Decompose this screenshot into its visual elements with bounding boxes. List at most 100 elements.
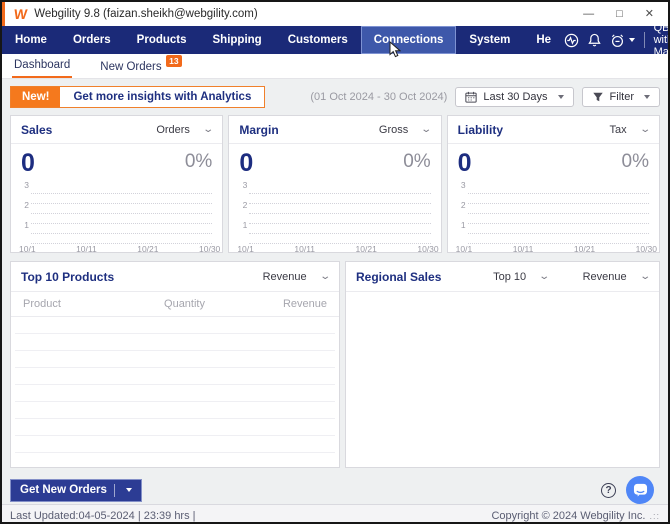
filter-caret-icon: [644, 95, 650, 99]
dashboard-toolbar: New! Get more insights with Analytics (0…: [10, 86, 660, 108]
margin-mini-chart: 3 2 1: [237, 184, 430, 242]
nav-item-system[interactable]: System: [456, 26, 523, 54]
get-new-orders-caret-icon[interactable]: [126, 488, 132, 492]
margin-metric-dropdown[interactable]: Gross ⌄: [379, 124, 431, 136]
activity-icon[interactable]: [564, 33, 579, 48]
get-new-orders-button[interactable]: Get New Orders: [10, 479, 142, 502]
nav-item-products[interactable]: Products: [124, 26, 200, 54]
x-axis-label: 10/11: [513, 244, 534, 254]
regional-sales-title: Regional Sales: [356, 270, 441, 284]
liability-percent: 0%: [622, 150, 649, 175]
webgility-logo-icon: W: [13, 7, 28, 21]
store-selector-label: QBO with Magent..: [654, 22, 670, 58]
sales-card: Sales Orders ⌄ 0 0% 3 2 1: [10, 115, 223, 253]
regional-sales-count-dropdown[interactable]: Top 10 ⌄: [493, 271, 548, 283]
liability-metric-dropdown[interactable]: Tax ⌄: [609, 124, 649, 136]
regional-sales-count-label: Top 10: [493, 271, 526, 283]
margin-value: 0: [239, 150, 253, 178]
help-icon[interactable]: ?: [601, 483, 616, 498]
calendar-icon: [465, 91, 477, 103]
x-axis-label: 10/11: [76, 244, 97, 254]
chevron-down-icon: ⌄: [319, 272, 331, 282]
resize-grip[interactable]: .::: [649, 511, 660, 521]
chat-messenger-icon[interactable]: [626, 476, 654, 504]
sales-mini-chart: 3 2 1: [19, 184, 212, 242]
liability-mini-chart: 3 2 1: [456, 184, 649, 242]
top-products-metric-dropdown[interactable]: Revenue ⌄: [263, 271, 329, 283]
y-axis-label: 1: [19, 220, 29, 230]
x-axis-labels: 10/1 10/11 10/21 10/30: [237, 244, 438, 254]
metric-cards-row: Sales Orders ⌄ 0 0% 3 2 1: [10, 115, 660, 253]
nav-item-orders[interactable]: Orders: [60, 26, 124, 54]
sales-value: 0: [21, 150, 35, 178]
x-axis-labels: 10/1 10/11 10/21 10/30: [456, 244, 657, 254]
sales-percent: 0%: [185, 150, 212, 175]
analytics-promo[interactable]: New! Get more insights with Analytics: [10, 86, 265, 108]
y-axis-label: 3: [237, 180, 247, 190]
nav-item-home[interactable]: Home: [2, 26, 60, 54]
column-header-product: Product: [23, 298, 137, 310]
nav-item-shipping[interactable]: Shipping: [200, 26, 275, 54]
notifications-bell-icon[interactable]: [588, 33, 601, 47]
filter-button[interactable]: Filter: [582, 87, 660, 107]
sales-metric-dropdown[interactable]: Orders ⌄: [156, 124, 212, 136]
chevron-down-icon: ⌄: [202, 125, 214, 135]
liability-metric-dropdown-label: Tax: [609, 124, 626, 136]
tab-new-orders[interactable]: New Orders 13: [98, 57, 163, 78]
date-filter-label: Last 30 Days: [483, 91, 547, 103]
liability-card-title: Liability: [458, 123, 503, 137]
top-products-title: Top 10 Products: [21, 270, 114, 284]
column-header-quantity: Quantity: [137, 298, 232, 310]
filter-label: Filter: [610, 91, 634, 103]
nav-item-connections[interactable]: Connections: [361, 26, 457, 54]
x-axis-label: 10/21: [137, 244, 158, 254]
status-bar: Last Updated:04-05-2024 | 23:39 hrs | Co…: [2, 504, 668, 524]
x-axis-label: 10/1: [237, 244, 254, 254]
top-products-table-header: Product Quantity Revenue: [11, 292, 339, 317]
y-axis-label: 1: [456, 220, 466, 230]
table-row: [15, 453, 335, 467]
tab-new-orders-label: New Orders: [100, 61, 161, 73]
regional-sales-dropdowns: Top 10 ⌄ Revenue ⌄: [493, 271, 649, 283]
last-updated-label: Last Updated:04-05-2024 | 23:39 hrs |: [10, 510, 196, 522]
y-axis-label: 1: [237, 220, 247, 230]
tab-bar: Dashboard New Orders 13: [2, 54, 668, 79]
y-axis-label: 2: [237, 200, 247, 210]
minimize-icon[interactable]: —: [583, 9, 594, 20]
sales-card-title: Sales: [21, 123, 52, 137]
new-badge: New!: [11, 87, 60, 107]
nav-separator: [644, 32, 645, 48]
store-selector-dropdown[interactable]: QBO with Magent..: [654, 22, 670, 58]
window-title: Webgility 9.8 (faizan.sheikh@webgility.c…: [34, 8, 583, 20]
regional-sales-metric-dropdown[interactable]: Revenue ⌄: [583, 271, 649, 283]
nav-item-customers[interactable]: Customers: [275, 26, 361, 54]
date-filter-caret-icon: [558, 95, 564, 99]
maximize-icon[interactable]: □: [616, 9, 623, 20]
app-window: W Webgility 9.8 (faizan.sheikh@webgility…: [0, 0, 670, 524]
x-axis-label: 10/1: [19, 244, 36, 254]
main-nav: Home Orders Products Shipping Customers …: [2, 26, 668, 54]
footer-icons: ?: [601, 476, 660, 504]
footer-actions-row: Get New Orders ?: [10, 476, 660, 504]
date-filter-button[interactable]: Last 30 Days: [455, 87, 573, 107]
y-axis-label: 3: [456, 180, 466, 190]
table-row: [15, 351, 335, 368]
margin-card: Margin Gross ⌄ 0 0% 3 2 1: [228, 115, 441, 253]
margin-metric-dropdown-label: Gross: [379, 124, 408, 136]
regional-sales-body: [346, 292, 659, 467]
x-axis-labels: 10/1 10/11 10/21 10/30: [19, 244, 220, 254]
close-icon[interactable]: ✕: [645, 9, 654, 20]
margin-card-title: Margin: [239, 123, 278, 137]
table-row: [15, 402, 335, 419]
x-axis-label: 10/11: [294, 244, 315, 254]
column-header-revenue: Revenue: [232, 298, 327, 310]
analytics-promo-button[interactable]: Get more insights with Analytics: [60, 87, 264, 107]
scheduler-alarm-icon[interactable]: [610, 33, 635, 48]
dashboard-content: New! Get more insights with Analytics (0…: [2, 79, 668, 504]
table-row: [15, 334, 335, 351]
window-controls: — □ ✕: [583, 9, 662, 20]
copyright-label: Copyright © 2024 Webgility Inc.: [491, 510, 645, 522]
nav-item-help[interactable]: He: [523, 26, 564, 54]
tab-dashboard[interactable]: Dashboard: [12, 55, 72, 78]
top-products-panel: Top 10 Products Revenue ⌄ Product Quanti…: [10, 261, 340, 468]
